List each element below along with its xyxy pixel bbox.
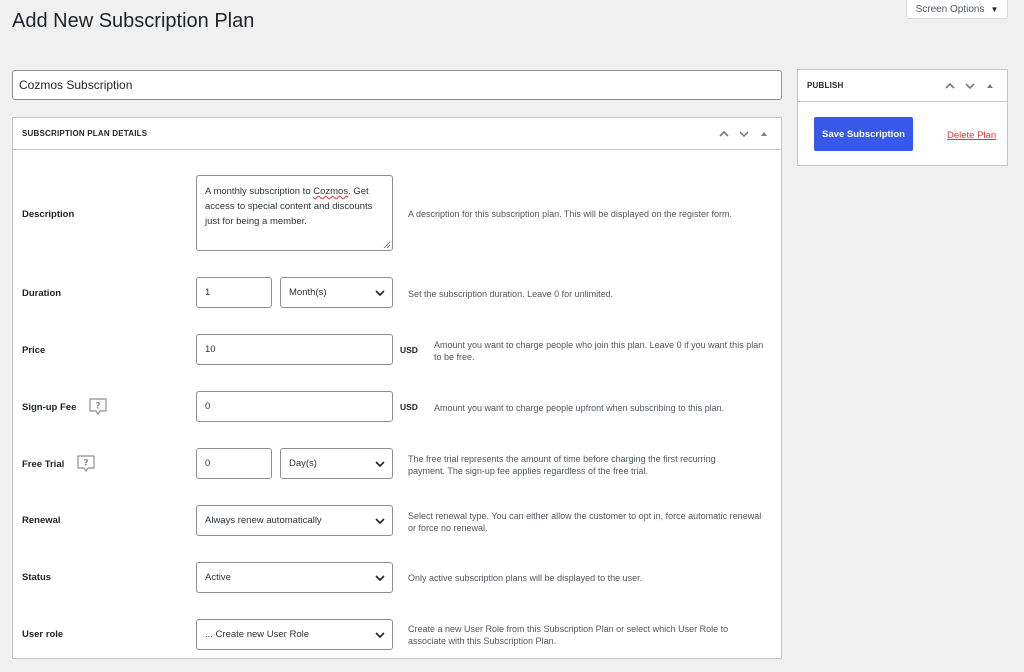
- signup-fee-help: Amount you want to charge people upfront…: [434, 403, 725, 413]
- details-box-handle-actions: [717, 127, 781, 141]
- svg-text:?: ?: [96, 402, 101, 412]
- screen-options-button[interactable]: Screen Options ▼: [906, 0, 1008, 19]
- screen-options-label: Screen Options: [915, 3, 985, 15]
- collapse-triangle-icon[interactable]: [757, 127, 771, 141]
- price-help: Amount you want to charge people who joi…: [434, 340, 764, 362]
- details-box-header: SUBSCRIPTION PLAN DETAILS: [13, 118, 781, 150]
- help-tooltip-icon[interactable]: ?: [76, 454, 96, 474]
- renewal-select[interactable]: Always renew automatically: [196, 505, 393, 536]
- collapse-triangle-icon[interactable]: [983, 79, 997, 93]
- chevron-down-icon: [375, 631, 385, 638]
- duration-help: Set the subscription duration. Leave 0 f…: [408, 289, 614, 299]
- renewal-label: Renewal: [22, 515, 61, 526]
- user-role-help: Create a new User Role from this Subscri…: [408, 624, 729, 646]
- price-currency: USD: [400, 345, 418, 355]
- duration-unit-select[interactable]: Month(s): [280, 277, 393, 308]
- details-box-title: SUBSCRIPTION PLAN DETAILS: [22, 129, 148, 138]
- subscription-plan-details-box: SUBSCRIPTION PLAN DETAILS Description A …: [12, 117, 782, 659]
- free-trial-label: Free Trial ?: [22, 454, 96, 474]
- chevron-down-icon: [375, 574, 385, 581]
- price-label: Price: [22, 345, 46, 356]
- caret-down-icon: ▼: [990, 4, 999, 14]
- free-trial-help: The free trial represents the amount of …: [408, 454, 716, 476]
- delete-plan-link[interactable]: Delete Plan: [947, 130, 996, 141]
- description-textarea[interactable]: A monthly subscription to Cozmos. Get ac…: [196, 175, 393, 251]
- duration-label: Duration: [22, 288, 62, 299]
- svg-text:?: ?: [84, 459, 89, 469]
- price-input[interactable]: [196, 334, 393, 365]
- chevron-up-icon[interactable]: [717, 127, 731, 141]
- plan-title-input[interactable]: [12, 70, 782, 100]
- chevron-down-icon[interactable]: [737, 127, 751, 141]
- signup-fee-input[interactable]: [196, 391, 393, 422]
- status-help: Only active subscription plans will be d…: [408, 573, 643, 583]
- chevron-down-icon[interactable]: [963, 79, 977, 93]
- chevron-up-icon[interactable]: [943, 79, 957, 93]
- user-role-select[interactable]: ... Create new User Role: [196, 619, 393, 650]
- duration-input[interactable]: [196, 277, 272, 308]
- signup-fee-currency: USD: [400, 402, 418, 412]
- chevron-down-icon: [375, 460, 385, 467]
- user-role-label: User role: [22, 629, 64, 640]
- signup-fee-label: Sign-up Fee ?: [22, 397, 108, 417]
- spellcheck-word: Cozmos: [313, 186, 349, 197]
- renewal-help: Select renewal type. You can either allo…: [408, 511, 762, 533]
- resize-grip-icon[interactable]: [383, 241, 390, 248]
- free-trial-input[interactable]: [196, 448, 272, 479]
- page-title: Add New Subscription Plan: [12, 10, 255, 32]
- status-select[interactable]: Active: [196, 562, 393, 593]
- chevron-down-icon: [375, 289, 385, 296]
- save-subscription-button[interactable]: Save Subscription: [814, 117, 913, 151]
- free-trial-unit-select[interactable]: Day(s): [280, 448, 393, 479]
- help-tooltip-icon[interactable]: ?: [88, 397, 108, 417]
- chevron-down-icon: [375, 517, 385, 524]
- status-label: Status: [22, 572, 52, 583]
- publish-box-header: PUBLISH: [798, 70, 1007, 102]
- publish-box-title: PUBLISH: [807, 81, 844, 90]
- publish-box-handle-actions: [943, 79, 1007, 93]
- description-label: Description: [22, 209, 75, 220]
- publish-box: PUBLISH Save Subscription Delete Plan: [797, 69, 1008, 166]
- description-help: A description for this subscription plan…: [408, 209, 732, 219]
